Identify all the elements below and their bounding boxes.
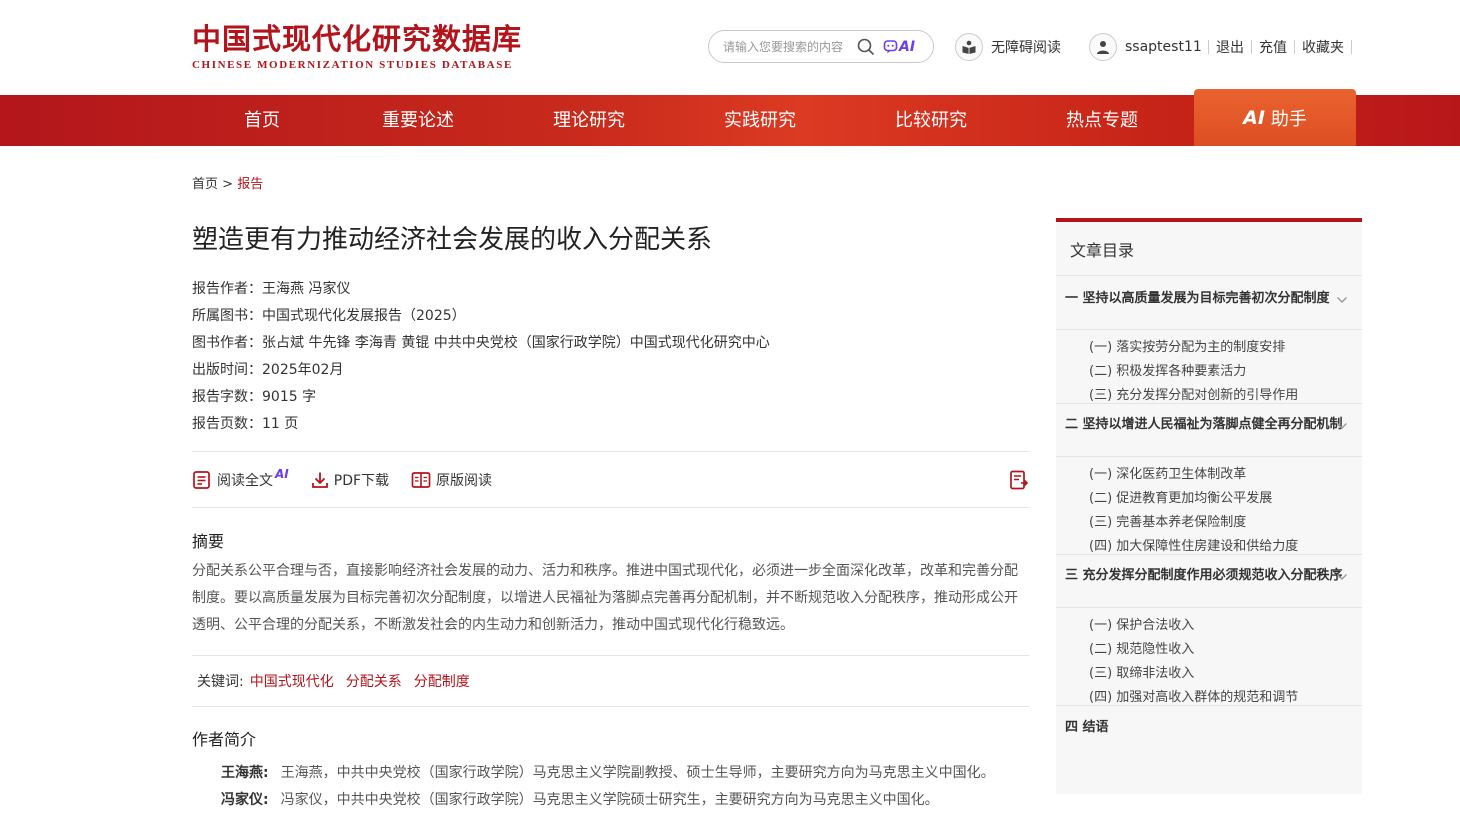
document-icon	[193, 470, 210, 489]
toc-section[interactable]: (四) 加强对高收入群体的规范和调节	[1089, 686, 1298, 705]
accessibility-reading-button[interactable]: 无障碍阅读	[955, 30, 1061, 63]
article-meta: 报告作者：王海燕 冯家仪 所属图书：中国式现代化发展报告（2025） 图书作者：…	[192, 276, 1029, 438]
nav-hot-topics[interactable]: 热点专题	[1057, 95, 1147, 146]
link-divider	[1351, 39, 1352, 54]
toc-section[interactable]: (二) 促进教育更加均衡公平发展	[1089, 487, 1272, 506]
meta-book-authors: 图书作者：张占斌 牛先锋 李海青 黄锟 中共中央党校（国家行政学院）中国式现代化…	[192, 335, 770, 351]
download-icon	[311, 472, 328, 488]
meta-word-count: 报告字数：9015 字	[192, 389, 317, 405]
meta-page-count: 报告页数：11 页	[192, 416, 299, 432]
nav-home[interactable]: 首页	[232, 95, 292, 146]
link-divider	[1208, 39, 1209, 54]
article-actions: 阅读全文 AI PDF下载 原版阅读	[192, 451, 1029, 508]
nav-ai-assistant[interactable]: AI 助手	[1194, 89, 1356, 146]
search-input[interactable]	[723, 39, 851, 54]
logo-subtitle: CHINESE MODERNIZATION STUDIES DATABASE	[192, 59, 513, 71]
search-box: AI	[708, 30, 934, 63]
favorites-link[interactable]: 收藏夹	[1302, 37, 1344, 57]
ai-search-label: AI	[899, 38, 916, 55]
toc-section[interactable]: (一) 保护合法收入	[1089, 614, 1194, 633]
toc-divider	[1056, 403, 1362, 404]
ai-assistant-label: 助手	[1270, 108, 1307, 130]
toc-section[interactable]: (三) 完善基本养老保险制度	[1089, 511, 1246, 530]
pdf-download-label: PDF下载	[333, 472, 390, 489]
toc-chapter[interactable]: 二 坚持以增进人民福祉为落脚点健全再分配机制	[1065, 416, 1345, 433]
search-icon[interactable]	[855, 36, 877, 58]
read-full-text-button[interactable]: 阅读全文 AI	[192, 466, 289, 490]
author-bio-text: 冯家仪，中共中央党校（国家行政学院）马克思主义学院硕士研究生，主要研究方向为马克…	[280, 792, 939, 808]
chevron-down-icon[interactable]	[1336, 294, 1348, 306]
toc-chapter[interactable]: 三 充分发挥分配制度作用必须规范收入分配秩序	[1065, 567, 1345, 584]
toc-divider	[1056, 329, 1362, 330]
site-logo[interactable]: 中国式现代化研究数据库 CHINESE MODERNIZATION STUDIE…	[192, 22, 537, 71]
keyword-link[interactable]: 中国式现代化	[250, 671, 334, 691]
original-reading-label: 原版阅读	[436, 472, 493, 489]
toc-section[interactable]: (二) 积极发挥各种要素活力	[1089, 360, 1246, 379]
author-name: 冯家仪:	[221, 792, 269, 808]
keyword-link[interactable]: 分配关系	[346, 671, 402, 691]
toc-chapter[interactable]: 四 结语	[1065, 719, 1345, 736]
breadcrumb-current[interactable]: 报告	[237, 177, 263, 192]
accessibility-label: 无障碍阅读	[991, 39, 1061, 56]
toc-section[interactable]: (一) 落实按劳分配为主的制度安排	[1089, 336, 1285, 355]
toc-chapter[interactable]: 一 坚持以高质量发展为目标完善初次分配制度	[1065, 290, 1345, 307]
article-toc: 文章目录 一 坚持以高质量发展为目标完善初次分配制度 (一) 落实按劳分配为主的…	[1056, 218, 1362, 794]
pdf-download-button[interactable]: PDF下载	[311, 470, 389, 490]
toc-divider	[1056, 554, 1362, 555]
breadcrumb-separator: >	[222, 177, 234, 192]
toc-section[interactable]: (四) 加大保障性住房建设和供给力度	[1089, 535, 1298, 554]
toc-section[interactable]: (一) 深化医药卫生体制改革	[1089, 463, 1246, 482]
nav-theory-research[interactable]: 理论研究	[544, 95, 634, 146]
recharge-link[interactable]: 充值	[1259, 37, 1287, 57]
nav-comparative-research[interactable]: 比较研究	[886, 95, 976, 146]
main-nav: 首页 重要论述 理论研究 实践研究 比较研究 热点专题 AI 助手	[0, 89, 1460, 146]
original-reading-button[interactable]: 原版阅读	[411, 470, 492, 490]
meta-authors: 报告作者：王海燕 冯家仪	[192, 281, 351, 297]
nav-practice-research[interactable]: 实践研究	[715, 95, 805, 146]
book-reader-icon	[955, 32, 983, 61]
chevron-down-icon[interactable]	[1336, 571, 1348, 583]
link-divider	[1251, 39, 1252, 54]
author-bio: 冯家仪: 冯家仪，中共中央党校（国家行政学院）马克思主义学院硕士研究生，主要研究方…	[221, 789, 939, 809]
keywords: 关键词: 中国式现代化 分配关系 分配制度	[192, 655, 1029, 707]
toc-section[interactable]: (三) 取缔非法收入	[1089, 662, 1194, 681]
author-intro-heading: 作者简介	[192, 730, 257, 749]
toc-section[interactable]: (三) 充分发挥分配对创新的引导作用	[1089, 384, 1298, 403]
link-divider	[1294, 39, 1295, 54]
author-bio: 王海燕: 王海燕，中共中央党校（国家行政学院）马克思主义学院副教授、硕士生导师，主…	[221, 762, 995, 782]
citation-export-icon[interactable]	[1009, 470, 1029, 494]
author-name: 王海燕:	[221, 765, 269, 781]
keywords-label: 关键词:	[197, 674, 244, 690]
breadcrumb: 首页 > 报告	[192, 173, 263, 192]
header-links: 退出 充值 收藏夹	[1208, 30, 1359, 63]
article-main: 塑造更有力推动经济社会发展的收入分配关系 报告作者：王海燕 冯家仪 所属图书：中…	[192, 222, 1029, 438]
abstract-heading: 摘要	[192, 532, 225, 551]
author-bio-text: 王海燕，中共中央党校（国家行政学院）马克思主义学院副教授、硕士生导师，主要研究方…	[280, 765, 995, 781]
toc-divider	[1056, 607, 1362, 608]
logout-link[interactable]: 退出	[1216, 37, 1244, 57]
page-title: 塑造更有力推动经济社会发展的收入分配关系	[192, 225, 713, 255]
read-full-text-label: 阅读全文	[217, 472, 273, 489]
ai-mark: AI	[1243, 106, 1265, 129]
keyword-link[interactable]: 分配制度	[414, 671, 470, 691]
toc-title: 文章目录	[1056, 222, 1362, 276]
ai-search-button[interactable]: AI	[883, 39, 915, 55]
open-book-icon	[411, 471, 431, 488]
breadcrumb-home[interactable]: 首页	[192, 177, 218, 192]
meta-book: 所属图书：中国式现代化发展报告（2025）	[192, 308, 466, 324]
toc-section[interactable]: (二) 规范隐性收入	[1089, 638, 1194, 657]
abstract-text: 分配关系公平合理与否，直接影响经济社会发展的动力、活力和秩序。推进中国式现代化，…	[192, 563, 1018, 633]
nav-important-discourses[interactable]: 重要论述	[373, 95, 463, 146]
ai-badge: AI	[275, 466, 289, 481]
logo-title: 中国式现代化研究数据库	[192, 22, 523, 56]
ai-chat-icon	[883, 39, 898, 53]
username: ssaptest11	[1125, 38, 1202, 55]
toc-divider	[1056, 705, 1362, 706]
site-header: 中国式现代化研究数据库 CHINESE MODERNIZATION STUDIE…	[0, 0, 1460, 95]
toc-divider	[1056, 456, 1362, 457]
user-icon	[1089, 32, 1117, 61]
user-account[interactable]: ssaptest11	[1089, 30, 1202, 63]
chevron-down-icon[interactable]	[1336, 420, 1348, 432]
meta-publish-date: 出版时间：2025年02月	[192, 362, 344, 378]
